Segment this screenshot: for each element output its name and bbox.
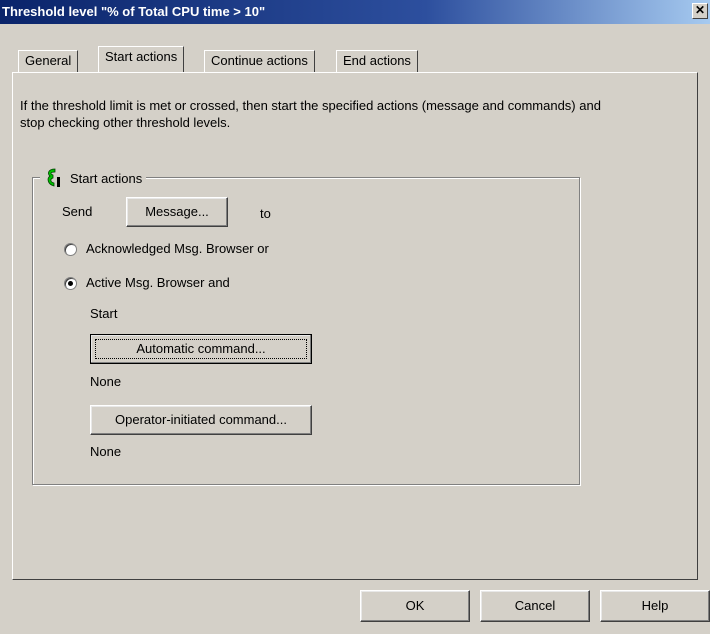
active-browser-label[interactable]: Active Msg. Browser and [86,275,230,290]
ok-button[interactable]: OK [360,590,470,622]
cancel-button[interactable]: Cancel [480,590,590,622]
radio-selected-dot [68,281,73,286]
automatic-command-value: None [90,374,122,389]
automatic-command-button[interactable]: Automatic command... [90,334,312,364]
description-text: If the threshold limit is met or crossed… [20,98,601,130]
cancel-label: Cancel [514,598,556,613]
start-actions-icon [47,168,60,187]
operator-command-value: None [90,444,122,459]
message-button-label: Message... [145,204,209,219]
ok-label: OK [405,598,425,613]
start-actions-groupbox [32,177,580,485]
acknowledged-browser-label[interactable]: Acknowledged Msg. Browser or [86,241,269,256]
help-button[interactable]: Help [600,590,710,622]
to-label: to [260,206,271,221]
groupbox-title: Start actions [70,170,143,186]
active-browser-radio[interactable] [64,277,77,290]
operator-command-label: Operator-initiated command... [115,412,287,427]
start-label: Start [90,306,118,321]
help-label: Help [641,598,669,613]
automatic-command-label: Automatic command... [136,341,266,356]
message-button[interactable]: Message... [126,197,228,227]
operator-command-button[interactable]: Operator-initiated command... [90,405,312,435]
send-label: Send [62,204,93,219]
groupbox-legend: Start actions [40,166,147,190]
acknowledged-browser-radio[interactable] [64,243,77,256]
